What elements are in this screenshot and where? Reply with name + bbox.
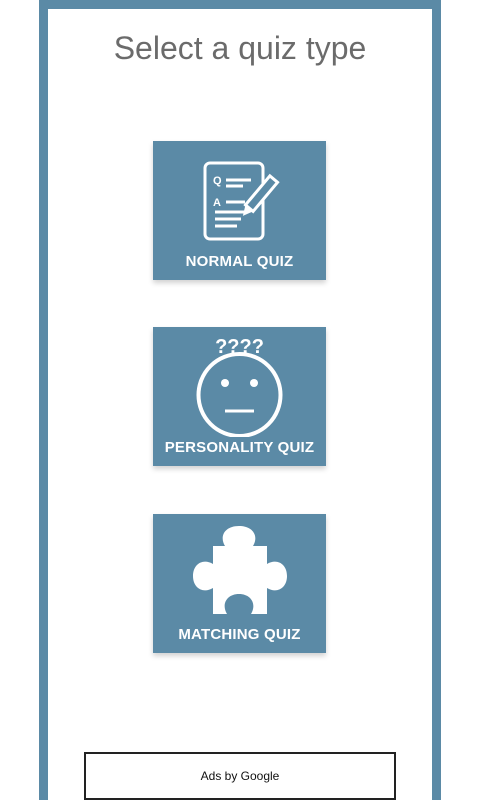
normal-quiz-label: NORMAL QUIZ [185,253,294,270]
matching-quiz-button[interactable]: MATCHING QUIZ [153,514,326,653]
quiz-type-screen: Select a quiz type Q A NORMAL QUIZ ???? [0,0,480,800]
svg-text:A: A [213,197,221,209]
personality-quiz-button[interactable]: ???? PERSONALITY QUIZ [153,327,326,466]
matching-quiz-label: MATCHING QUIZ [178,626,301,643]
normal-quiz-button[interactable]: Q A NORMAL QUIZ [153,141,326,280]
ad-label: Ads by Google [200,769,280,783]
svg-text:Q: Q [213,175,222,187]
neutral-face-icon: ???? [196,336,283,437]
document-pencil-icon: Q A [203,161,280,241]
ad-banner[interactable]: Ads by Google [84,752,396,800]
page-title: Select a quiz type [113,30,367,66]
puzzle-piece-icon [193,526,287,614]
personality-quiz-label: PERSONALITY QUIZ [164,439,315,456]
